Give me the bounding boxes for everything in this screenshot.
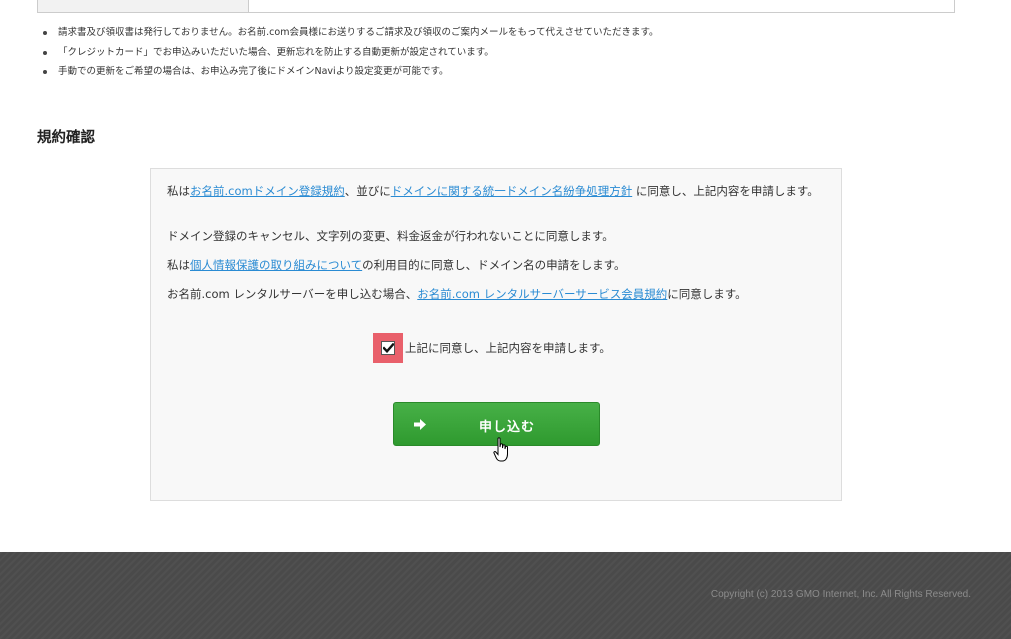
terms-text: 私は bbox=[167, 258, 190, 272]
terms-text: に同意し、上記内容を申請します。 bbox=[632, 184, 819, 198]
terms-text: の利用目的に同意し、ドメイン名の申請をします。 bbox=[362, 258, 626, 272]
agree-checkbox-highlight bbox=[373, 333, 403, 363]
page: 請求書及び領収書は発行しておりません。お名前.com会員様にお送りするご請求及び… bbox=[0, 0, 1011, 639]
terms-box: 私はお名前.comドメイン登録規約、並びにドメインに関する統一ドメイン名紛争処理… bbox=[150, 168, 842, 501]
agree-row: 上記に同意し、上記内容を申請します。 bbox=[373, 333, 611, 363]
notes-list: 請求書及び領収書は発行しておりません。お名前.com会員様にお送りするご請求及び… bbox=[40, 23, 960, 82]
terms-paragraph-4: お名前.com レンタルサーバーを申し込む場合、お名前.com レンタルサーバー… bbox=[167, 287, 827, 302]
terms-paragraph-2: ドメイン登録のキャンセル、文字列の変更、料金返金が行われないことに同意します。 bbox=[167, 229, 614, 243]
footer: Copyright (c) 2013 GMO Internet, Inc. Al… bbox=[0, 552, 1011, 639]
privacy-policy-link[interactable]: 個人情報保護の取り組みについて bbox=[190, 258, 362, 272]
terms-text: 、並びに bbox=[344, 184, 391, 198]
agree-checkbox[interactable] bbox=[381, 341, 395, 355]
note-item: 「クレジットカード」でお申込みいただいた場合、更新忘れを防止する自動更新が設定さ… bbox=[40, 43, 960, 63]
terms-paragraph-1: 私はお名前.comドメイン登録規約、並びにドメインに関する統一ドメイン名紛争処理… bbox=[167, 184, 827, 199]
dispute-policy-link[interactable]: ドメインに関する統一ドメイン名紛争処理方針 bbox=[391, 184, 633, 198]
domain-terms-link[interactable]: お名前.comドメイン登録規約 bbox=[190, 184, 345, 198]
terms-text: 私は bbox=[167, 184, 190, 198]
domain-table-bottom bbox=[37, 0, 955, 13]
section-title: 規約確認 bbox=[37, 130, 95, 146]
server-terms-link[interactable]: お名前.com レンタルサーバーサービス会員規約 bbox=[417, 287, 667, 301]
terms-text: に同意します。 bbox=[667, 287, 747, 301]
table-label-cell bbox=[38, 0, 249, 12]
copyright-text: Copyright (c) 2013 GMO Internet, Inc. Al… bbox=[710, 589, 971, 600]
submit-button-label: 申し込む bbox=[478, 420, 535, 435]
terms-text: お名前.com レンタルサーバーを申し込む場合、 bbox=[167, 287, 418, 301]
note-item: 請求書及び領収書は発行しておりません。お名前.com会員様にお送りするご請求及び… bbox=[40, 23, 960, 43]
agree-checkbox-label[interactable]: 上記に同意し、上記内容を申請します。 bbox=[405, 340, 611, 356]
note-item: 手動での更新をご希望の場合は、お申込み完了後にドメインNaviより設定変更が可能… bbox=[40, 62, 960, 82]
checkmark-icon bbox=[382, 343, 394, 353]
hand-cursor-icon bbox=[493, 437, 508, 462]
terms-paragraph-3: 私は個人情報保護の取り組みについての利用目的に同意し、ドメイン名の申請をします。 bbox=[167, 258, 827, 273]
